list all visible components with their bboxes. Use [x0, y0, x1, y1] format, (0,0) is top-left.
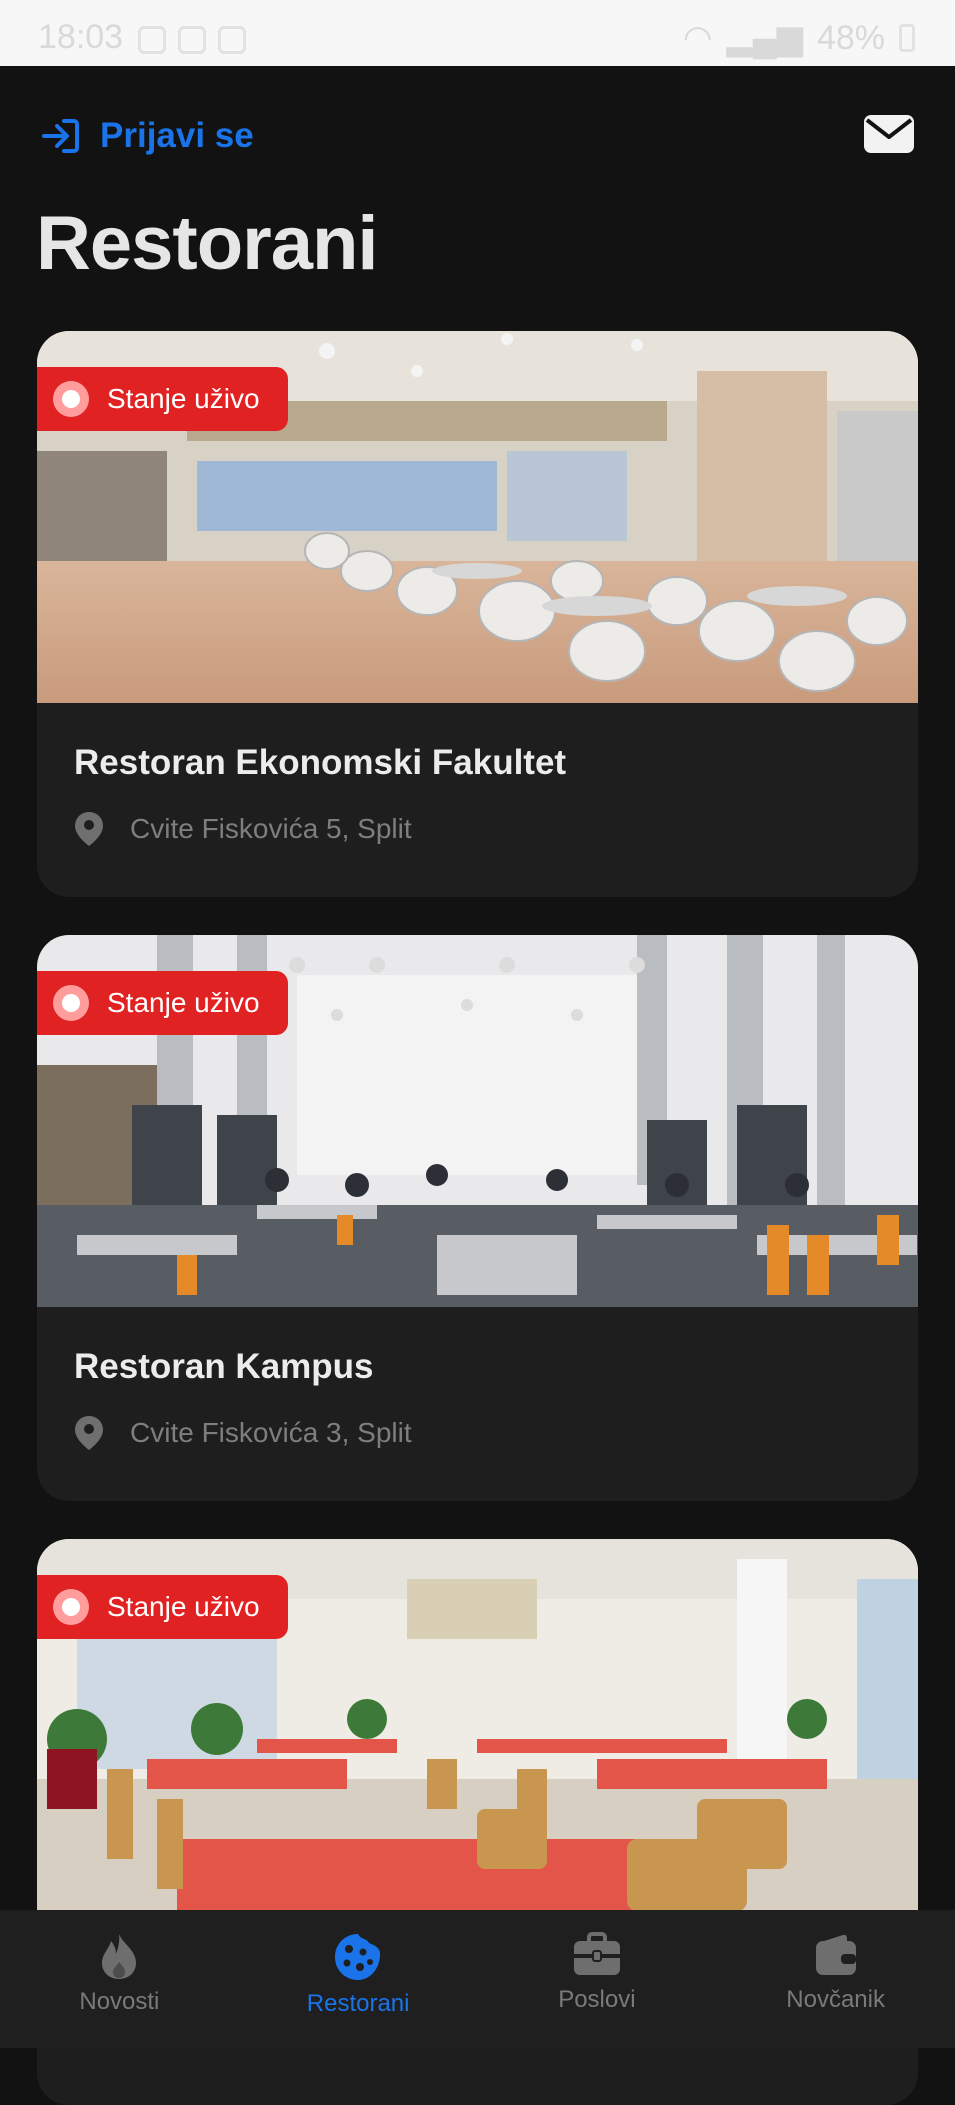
- live-dot-icon: [53, 985, 89, 1021]
- top-bar: Prijavi se: [0, 66, 955, 206]
- cookie-icon: [335, 1934, 381, 1980]
- status-time: 18:03: [38, 18, 124, 56]
- restaurant-card[interactable]: Stanje uživo Restoran Ekonomski Fakultet…: [37, 331, 918, 897]
- live-status-label: Stanje uživo: [107, 987, 260, 1018]
- nav-label: Novosti: [79, 1988, 160, 2015]
- flame-icon: [102, 1934, 137, 1979]
- live-dot-icon: [53, 1589, 89, 1625]
- location-pin-icon: [75, 812, 103, 846]
- live-dot-icon: [53, 381, 89, 417]
- nav-label: Novčanik: [786, 1986, 885, 2013]
- nav-item-restorani[interactable]: Restorani: [239, 1910, 478, 2048]
- status-bar: 18:03 ◠ ▂▄▆ 48%: [0, 0, 955, 66]
- live-status-label: Stanje uživo: [107, 383, 260, 414]
- nav-label: Restorani: [306, 1990, 410, 2017]
- wallet-icon: [815, 1934, 856, 1975]
- nav-item-novcanik[interactable]: Novčanik: [716, 1910, 955, 2048]
- restaurant-address: Cvite Fiskovića 3, Split: [74, 1415, 412, 1451]
- restaurant-address: Cvite Fiskovića 5, Split: [74, 811, 412, 847]
- live-status-badge: Stanje uživo: [37, 1575, 288, 1639]
- briefcase-icon: [573, 1932, 620, 1975]
- nav-item-poslovi[interactable]: Poslovi: [478, 1910, 717, 2048]
- status-notification-icons: [138, 26, 246, 54]
- live-status-badge: Stanje uživo: [37, 367, 288, 431]
- restaurant-name: Restoran Kampus: [74, 1347, 374, 1386]
- restaurant-address-text: Cvite Fiskovića 5, Split: [130, 813, 412, 844]
- live-status-label: Stanje uživo: [107, 1591, 260, 1622]
- login-label: Prijavi se: [100, 116, 254, 155]
- mail-icon[interactable]: [863, 112, 915, 156]
- live-status-badge: Stanje uživo: [37, 971, 288, 1035]
- location-pin-icon: [75, 1416, 103, 1450]
- nav-item-novosti[interactable]: Novosti: [0, 1910, 239, 2048]
- restaurant-address-text: Cvite Fiskovića 3, Split: [130, 1417, 412, 1448]
- nav-label: Poslovi: [558, 1986, 636, 2013]
- battery-level: 48%: [816, 18, 885, 57]
- restaurant-name: Restoran Ekonomski Fakultet: [74, 743, 567, 782]
- page-title: Restorani: [36, 201, 379, 286]
- login-button[interactable]: Prijavi se: [40, 116, 254, 156]
- battery-icon: [899, 24, 915, 52]
- wifi-icon: ◠: [682, 19, 713, 57]
- restaurant-card[interactable]: Stanje uživo Restoran Kampus Cvite Fisko…: [37, 935, 918, 1501]
- login-icon: [42, 119, 79, 153]
- signal-icon: ▂▄▆: [726, 19, 803, 57]
- status-right: ◠ ▂▄▆ 48%: [683, 18, 915, 58]
- bottom-navigation: Novosti Restorani Poslovi Novčanik: [0, 1910, 955, 2048]
